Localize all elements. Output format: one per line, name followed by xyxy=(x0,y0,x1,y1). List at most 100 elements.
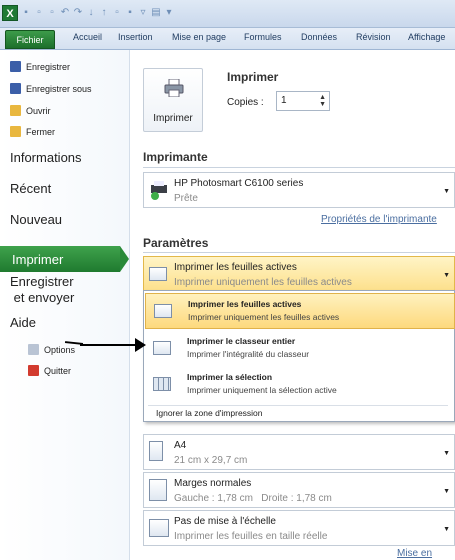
spin-arrows-icon[interactable]: ▲ ▼ xyxy=(319,94,326,108)
settings-section-title: Paramètres xyxy=(143,236,209,250)
annotation-arrow-shaft xyxy=(80,344,140,346)
tab-insertion[interactable]: Insertion xyxy=(118,32,153,42)
quick-access-toolbar: X ▪ ▫ ▫ ↶ ↷ ↓ ↑ ▫ ▪ ▿ ▤ ▾ xyxy=(2,5,174,21)
options-icon xyxy=(28,344,39,355)
save-command[interactable]: Enregistrer xyxy=(10,61,70,72)
paper-icon xyxy=(149,441,163,461)
option-title: Imprimer la sélection xyxy=(187,372,273,382)
option-subtitle: Imprimer uniquement les feuilles actives xyxy=(188,312,340,322)
quit-command-label: Quitter xyxy=(44,365,72,376)
option-active-sheets[interactable]: Imprimer les feuilles actives Imprimer u… xyxy=(145,293,455,329)
nav-enregistrer-et-envoyer[interactable]: Enregistrer et envoyer xyxy=(10,274,74,306)
nav-active-pointer xyxy=(120,246,129,272)
new-icon[interactable]: ▫ xyxy=(34,7,44,19)
save-as-command-label: Enregistrer sous xyxy=(26,83,92,94)
printer-icon xyxy=(164,79,184,97)
copies-value: 1 xyxy=(281,95,287,106)
chart-icon[interactable]: ▪ xyxy=(125,7,135,19)
print-what-subtitle: Imprimer uniquement les feuilles actives xyxy=(174,277,352,288)
sort-desc-icon[interactable]: ↑ xyxy=(99,7,109,19)
copies-stepper[interactable]: 1 ▲ ▼ xyxy=(276,91,330,111)
dropdown-separator xyxy=(148,405,448,406)
scaling-title: Pas de mise à l'échelle xyxy=(174,516,276,527)
printer-section-divider xyxy=(143,167,455,168)
paper-size-select[interactable]: A4 21 cm x 29,7 cm ▼ xyxy=(143,434,455,470)
exit-icon xyxy=(28,365,39,376)
redo-icon[interactable]: ↷ xyxy=(73,7,83,19)
chevron-down-icon: ▼ xyxy=(443,526,450,533)
nav-imprimer[interactable]: Imprimer xyxy=(12,252,63,267)
annotation-arrow-head xyxy=(135,338,146,352)
print-what-dropdown: Imprimer les feuilles actives Imprimer u… xyxy=(143,290,455,422)
margins-select[interactable]: Marges normales Gauche : 1,78 cm Droite … xyxy=(143,472,455,508)
page-setup-link[interactable]: Mise en page xyxy=(397,548,455,560)
open-icon[interactable]: ▫ xyxy=(47,7,57,19)
close-command-label: Fermer xyxy=(26,126,55,137)
chevron-down-icon: ▼ xyxy=(443,188,450,195)
printer-name: HP Photosmart C6100 series xyxy=(174,178,304,189)
scaling-subtitle: Imprimer les feuilles en taille réelle xyxy=(174,531,328,542)
option-selection[interactable]: Imprimer la sélection Imprimer uniquemen… xyxy=(145,367,455,403)
option-title: Imprimer le classeur entier xyxy=(187,336,296,346)
printer-status: Prête xyxy=(174,193,198,204)
settings-section-divider xyxy=(143,252,455,253)
print-what-title: Imprimer les feuilles actives xyxy=(174,262,297,273)
print-button-label: Imprimer xyxy=(153,113,193,124)
open-folder-icon xyxy=(10,105,21,116)
customize-qat-icon[interactable]: ▾ xyxy=(164,7,174,19)
option-entire-workbook[interactable]: Imprimer le classeur entier Imprimer l'i… xyxy=(145,331,455,367)
save-icon[interactable]: ▪ xyxy=(21,7,31,19)
options-command-label: Options xyxy=(44,344,76,355)
tab-accueil[interactable]: Accueil xyxy=(73,32,102,42)
open-command[interactable]: Ouvrir xyxy=(10,105,51,116)
option-subtitle: Imprimer l'intégralité du classeur xyxy=(187,349,310,359)
scaling-select[interactable]: Pas de mise à l'échelle Imprimer les feu… xyxy=(143,510,455,546)
sort-asc-icon[interactable]: ↓ xyxy=(86,7,96,19)
option-title: Imprimer les feuilles actives xyxy=(188,299,302,309)
options-command[interactable]: Options xyxy=(28,344,75,355)
close-command[interactable]: Fermer xyxy=(10,126,55,137)
ribbon-tabs: Fichier Accueil Insertion Mise en page F… xyxy=(0,28,455,50)
tab-revision[interactable]: Révision xyxy=(356,32,391,42)
save-as-command[interactable]: Enregistrer sous xyxy=(10,83,92,94)
ignore-print-area-option[interactable]: Ignorer la zone d'impression xyxy=(156,408,263,418)
print-preview-icon[interactable]: ▫ xyxy=(112,7,122,19)
active-sheets-icon xyxy=(149,267,167,281)
printer-properties-link[interactable]: Propriétés de l'imprimante xyxy=(321,214,437,225)
printer-section-title: Imprimante xyxy=(143,150,208,164)
margins-subtitle: Gauche : 1,78 cm Droite : 1,78 cm xyxy=(174,493,332,504)
tab-formules[interactable]: Formules xyxy=(244,32,282,42)
chevron-down-icon: ▼ xyxy=(443,488,450,495)
tab-fichier[interactable]: Fichier xyxy=(5,30,55,49)
table-icon[interactable]: ▤ xyxy=(151,7,161,19)
nav-recent[interactable]: Récent xyxy=(10,181,51,196)
undo-icon[interactable]: ↶ xyxy=(60,7,70,19)
nav-nouveau[interactable]: Nouveau xyxy=(10,212,62,227)
quit-command[interactable]: Quitter xyxy=(28,365,71,376)
selection-grid-icon xyxy=(153,377,171,391)
tab-affichage[interactable]: Affichage xyxy=(408,32,445,42)
chevron-down-icon: ▼ xyxy=(443,272,450,279)
save-command-label: Enregistrer xyxy=(26,61,71,72)
nav-aide[interactable]: Aide xyxy=(10,315,36,330)
printer-device-icon xyxy=(151,181,167,200)
printer-select[interactable]: HP Photosmart C6100 series Prête ▼ xyxy=(143,172,455,208)
tab-mise-en-page[interactable]: Mise en page xyxy=(172,32,226,42)
tab-donnees[interactable]: Données xyxy=(301,32,337,42)
chevron-down-icon: ▼ xyxy=(443,450,450,457)
option-subtitle: Imprimer uniquement la sélection active xyxy=(187,385,337,395)
filter-icon[interactable]: ▿ xyxy=(138,7,148,19)
save-as-icon xyxy=(10,83,21,94)
margins-title: Marges normales xyxy=(174,478,252,489)
paper-size-title: A4 xyxy=(174,440,187,451)
copies-label: Copies : xyxy=(227,97,264,108)
print-what-select[interactable]: Imprimer les feuilles actives Imprimer u… xyxy=(143,256,455,292)
paper-size-subtitle: 21 cm x 29,7 cm xyxy=(174,455,248,466)
title-bar: X ▪ ▫ ▫ ↶ ↷ ↓ ↑ ▫ ▪ ▿ ▤ ▾ xyxy=(0,0,455,28)
print-button[interactable]: Imprimer xyxy=(143,68,203,132)
nav-informations[interactable]: Informations xyxy=(10,150,82,165)
open-command-label: Ouvrir xyxy=(26,105,51,116)
scaling-icon xyxy=(149,519,169,537)
workbook-icon xyxy=(153,341,171,355)
excel-logo-icon[interactable]: X xyxy=(2,5,18,21)
